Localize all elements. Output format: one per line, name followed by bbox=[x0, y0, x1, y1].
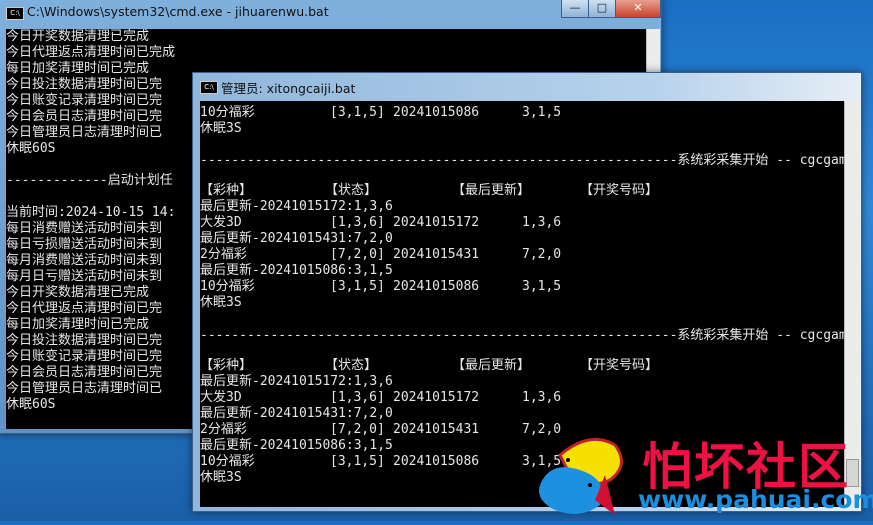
console-line: 今日开奖数据清理已完成 bbox=[6, 29, 150, 44]
console-line: 当前时间:2024-10-15 14: bbox=[6, 205, 176, 220]
cell-issue: 20241015431 bbox=[393, 422, 480, 437]
table-row: 大发3D [1,3,6] 20241015172 1,3,6 bbox=[200, 390, 840, 406]
console-line: 今日管理员日志清理时间已 bbox=[6, 381, 163, 396]
cell-state: [1,3,6] bbox=[330, 390, 385, 405]
console-line: 每月消费赠送活动时间未到 bbox=[6, 253, 163, 268]
console-line: 今日账变记录清理时间已完 bbox=[6, 93, 163, 108]
update-line: 最后更新-20241015431:7,2,0 bbox=[200, 406, 393, 421]
cell-numbers: 3,1,5 bbox=[522, 279, 562, 294]
console-line: 今日账变记录清理时间已完 bbox=[6, 349, 163, 364]
update-line: 最后更新-20241015431:7,2,0 bbox=[200, 231, 393, 246]
console-line: 今日会员日志清理时间已完 bbox=[6, 365, 163, 380]
cell-issue: 20241015086 bbox=[393, 454, 480, 469]
cell-issue: 20241015172 bbox=[393, 215, 480, 230]
cell-numbers: 7,2,0 bbox=[522, 247, 562, 262]
cell-state: [3,1,5] bbox=[330, 105, 385, 120]
header-cell: 【状态】 bbox=[325, 358, 378, 373]
console-line: 今日代理返点清理时间已完 bbox=[6, 301, 163, 316]
console-line: -------------启动计划任 bbox=[6, 173, 173, 188]
watermark-url: www.pahuai.com bbox=[638, 485, 873, 514]
cell-numbers: 1,3,6 bbox=[522, 215, 562, 230]
console-line: 今日投注数据清理时间已完 bbox=[6, 333, 163, 348]
separator-line: ----------------------------------------… bbox=[200, 153, 844, 168]
header-cell: 【状态】 bbox=[325, 183, 378, 198]
cmd-icon: C:\ bbox=[200, 81, 218, 94]
cell-issue: 20241015086 bbox=[393, 105, 480, 120]
cell-state: [7,2,0] bbox=[330, 422, 385, 437]
console-line: 今日会员日志清理时间已完 bbox=[6, 109, 163, 124]
cell-name: 10分福彩 bbox=[200, 279, 255, 294]
watermark-logo: 怕坏社区 www.pahuai.com bbox=[530, 425, 873, 521]
close-button[interactable]: ✕ bbox=[615, 0, 661, 18]
maximize-button[interactable]: □ bbox=[588, 0, 616, 18]
cmd-icon: C:\ bbox=[6, 7, 24, 20]
update-line: 最后更新-20241015172:1,3,6 bbox=[200, 199, 393, 214]
console-line: 每日加奖清理时间已完成 bbox=[6, 61, 150, 76]
window-title: C:\Windows\system32\cmd.exe - jihuarenwu… bbox=[27, 4, 329, 19]
console-line: 今日开奖数据清理已完成 bbox=[6, 285, 150, 300]
table-row: 大发3D [1,3,6] 20241015172 1,3,6 bbox=[200, 215, 840, 231]
cell-issue: 20241015172 bbox=[393, 390, 480, 405]
cell-name: 2分福彩 bbox=[200, 247, 247, 262]
cell-issue: 20241015431 bbox=[393, 247, 480, 262]
cell-name: 2分福彩 bbox=[200, 422, 247, 437]
cell-state: [3,1,5] bbox=[330, 279, 385, 294]
update-line: 最后更新-20241015086:3,1,5 bbox=[200, 438, 393, 453]
header-cell: 【彩种】 bbox=[200, 358, 253, 373]
cell-state: [1,3,6] bbox=[330, 215, 385, 230]
header-cell: 【开奖号码】 bbox=[580, 358, 659, 373]
cell-name: 大发3D bbox=[200, 390, 242, 405]
table-row: 10分福彩 [3,1,5] 20241015086 3,1,5 bbox=[200, 105, 840, 121]
cell-name: 10分福彩 bbox=[200, 105, 255, 120]
table-row: 2分福彩 [7,2,0] 20241015431 7,2,0 bbox=[200, 247, 840, 263]
console-line: 休眠3S bbox=[200, 121, 242, 136]
cell-numbers: 1,3,6 bbox=[522, 390, 562, 405]
header-cell: 【彩种】 bbox=[200, 183, 253, 198]
cell-numbers: 3,1,5 bbox=[522, 105, 562, 120]
console-line: 每日亏损赠送活动时间未到 bbox=[6, 237, 163, 252]
console-line: 今日管理员日志清理时间已 bbox=[6, 125, 163, 140]
console-line: 休眠60S bbox=[6, 397, 56, 412]
console-line: 今日代理返点清理时间已完成 bbox=[6, 45, 176, 60]
console-line: 每日加奖清理时间已完成 bbox=[6, 317, 150, 332]
header-cell: 【最后更新】 bbox=[452, 183, 531, 198]
cell-name: 大发3D bbox=[200, 215, 242, 230]
cell-name: 10分福彩 bbox=[200, 454, 255, 469]
console-line: 每月日亏赠送活动时间未到 bbox=[6, 269, 163, 284]
cell-state: [3,1,5] bbox=[330, 454, 385, 469]
title-bar[interactable]: C:\ 管理员: xitongcaiji.bat bbox=[193, 73, 861, 101]
minimize-button[interactable]: — bbox=[561, 0, 589, 18]
cell-issue: 20241015086 bbox=[393, 279, 480, 294]
console-line: 休眠3S bbox=[200, 470, 242, 485]
separator-line: ----------------------------------------… bbox=[200, 328, 844, 343]
console-line: 每日消费赠送活动时间未到 bbox=[6, 221, 163, 236]
table-row: 10分福彩 [3,1,5] 20241015086 3,1,5 bbox=[200, 279, 840, 295]
header-cell: 【最后更新】 bbox=[452, 358, 531, 373]
update-line: 最后更新-20241015086:3,1,5 bbox=[200, 263, 393, 278]
console-line: 休眠3S bbox=[200, 295, 242, 310]
update-line: 最后更新-20241015172:1,3,6 bbox=[200, 374, 393, 389]
cell-state: [7,2,0] bbox=[330, 247, 385, 262]
console-line: 休眠60S bbox=[6, 141, 56, 156]
console-line: 今日投注数据清理时间已完 bbox=[6, 77, 163, 92]
window-title: 管理员: xitongcaiji.bat bbox=[221, 81, 356, 96]
header-cell: 【开奖号码】 bbox=[580, 183, 659, 198]
fish-logo-icon bbox=[539, 437, 623, 515]
